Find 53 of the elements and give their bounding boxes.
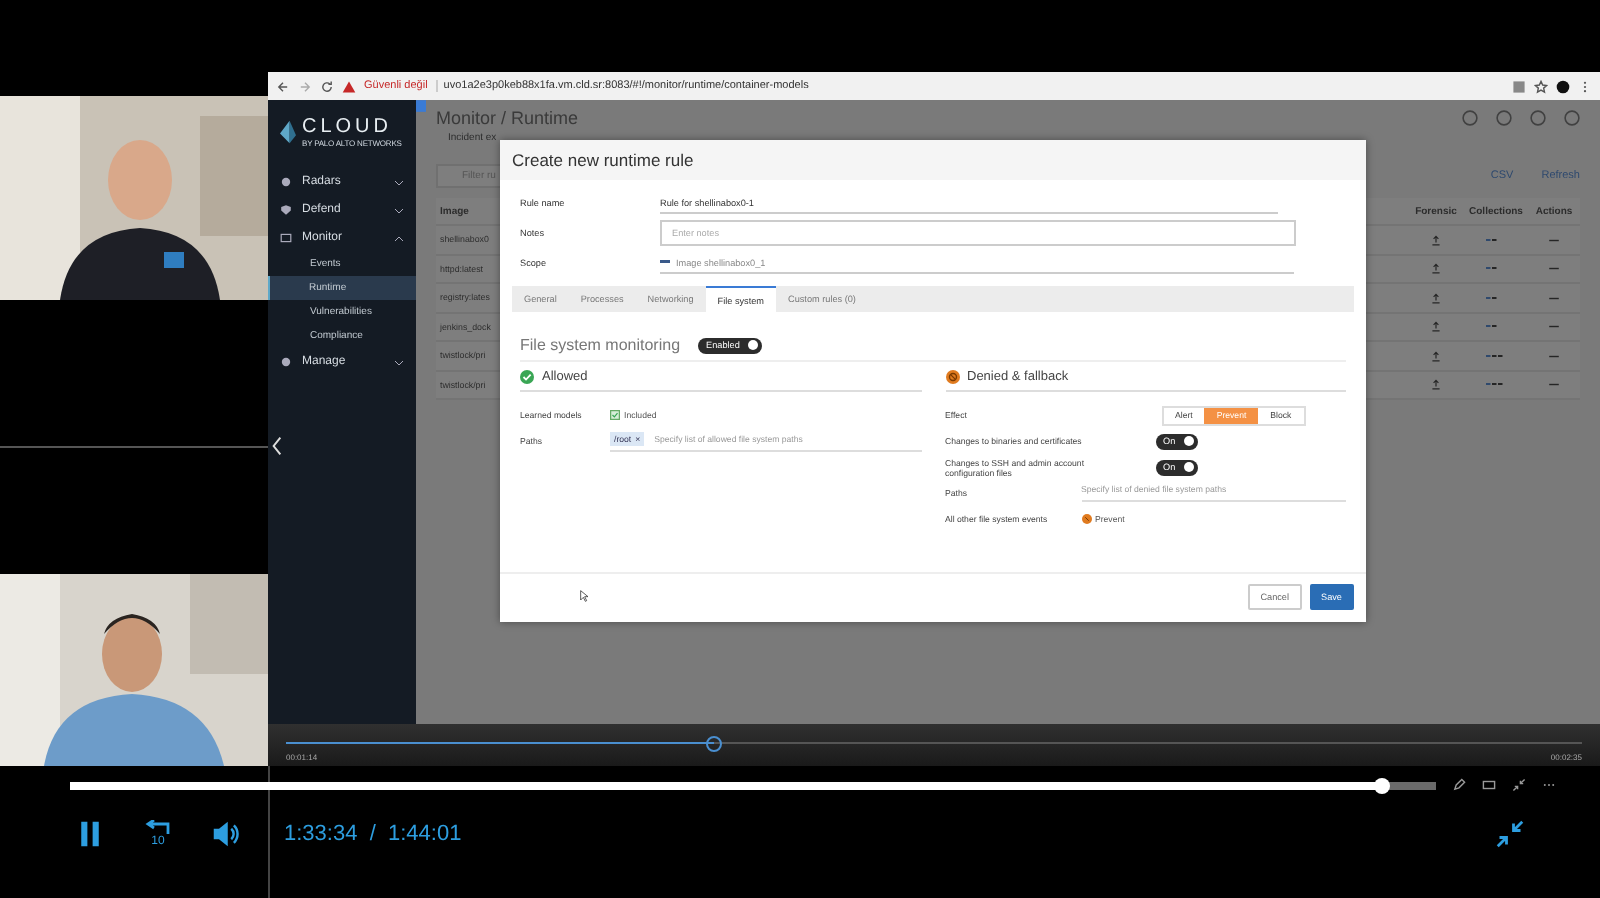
more-icon[interactable] <box>1548 237 1560 242</box>
upload-icon[interactable] <box>1430 320 1442 333</box>
chevron-icon <box>394 359 404 365</box>
block-icon <box>945 370 959 384</box>
exit-fullscreen-icon[interactable] <box>1496 820 1524 848</box>
volume-icon[interactable] <box>212 820 240 848</box>
logo-icon <box>280 120 296 144</box>
collection-marks-icon <box>1486 382 1506 387</box>
collection-marks-icon <box>1486 353 1506 358</box>
more-icon[interactable] <box>1548 324 1560 329</box>
block-icon <box>1081 514 1091 524</box>
header-icon[interactable] <box>1496 110 1512 126</box>
star-icon[interactable] <box>1534 79 1548 93</box>
upload-icon[interactable] <box>1430 291 1442 304</box>
pause-icon[interactable] <box>76 820 104 848</box>
upload-icon[interactable] <box>1430 378 1442 391</box>
back-icon[interactable] <box>276 79 290 93</box>
pencil-icon[interactable] <box>1452 778 1466 792</box>
avatar-icon[interactable] <box>1556 79 1570 93</box>
reload-icon[interactable] <box>320 79 334 93</box>
cursor-icon <box>580 590 588 602</box>
warning-icon <box>342 79 356 93</box>
more-icon[interactable] <box>1548 295 1560 300</box>
header-icon[interactable] <box>1462 110 1478 126</box>
menu-icon[interactable] <box>1578 79 1592 93</box>
chevron-left-icon[interactable] <box>272 436 282 456</box>
time-display: 1:33:34 / 1:44:01 <box>284 822 462 846</box>
monitor-icon <box>280 232 292 244</box>
chevron-icon <box>394 179 404 185</box>
more-icon[interactable] <box>1548 382 1560 387</box>
upload-icon[interactable] <box>1430 349 1442 362</box>
checkbox[interactable] <box>610 410 620 420</box>
collapse-icon[interactable] <box>1512 778 1526 792</box>
check-circle-icon <box>520 370 534 384</box>
chevron-icon <box>394 207 404 213</box>
more-icon[interactable] <box>1548 353 1560 358</box>
upload-icon[interactable] <box>1430 262 1442 275</box>
more-icon[interactable] <box>1548 266 1560 271</box>
logo-text: CLOUD <box>302 116 395 138</box>
upload-icon[interactable] <box>1430 233 1442 246</box>
chevron-icon <box>394 235 404 241</box>
progress-handle[interactable] <box>705 735 722 751</box>
dialog-title: Create new runtime rule <box>500 140 1366 180</box>
shield-icon <box>280 204 292 216</box>
header-icon[interactable] <box>1530 110 1546 126</box>
circle-icon <box>280 356 292 368</box>
header-icon[interactable] <box>1564 110 1580 126</box>
seek-handle[interactable] <box>1373 777 1390 793</box>
circle-icon <box>280 176 292 188</box>
section-title: File system monitoring <box>520 336 681 354</box>
replay-arrow-icon <box>144 820 172 836</box>
page-title: Monitor / Runtime <box>436 108 579 128</box>
caption-icon[interactable] <box>1482 778 1496 792</box>
